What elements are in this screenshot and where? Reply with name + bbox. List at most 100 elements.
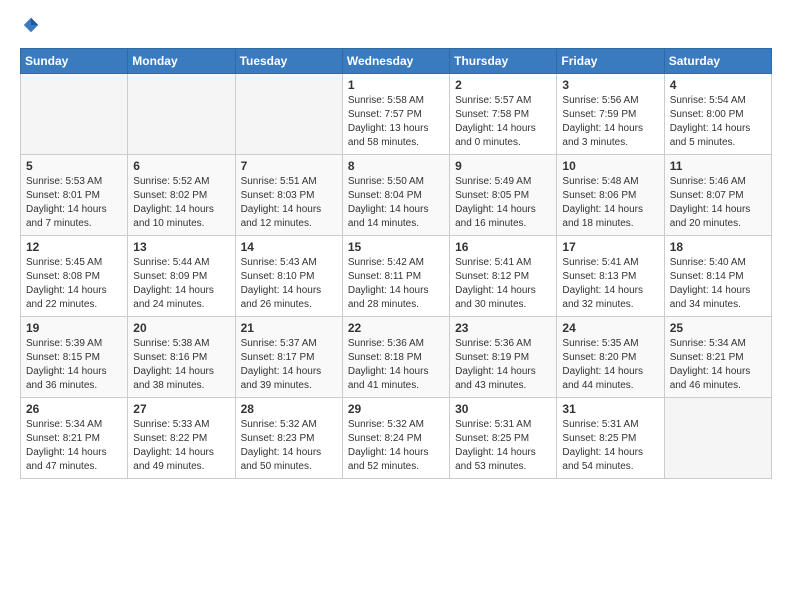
empty-cell <box>235 73 342 154</box>
day-info: Sunrise: 5:32 AMSunset: 8:23 PMDaylight:… <box>241 418 337 474</box>
day-cell-4: 4Sunrise: 5:54 AMSunset: 8:00 PMDaylight… <box>664 73 771 154</box>
day-info: Sunrise: 5:35 AMSunset: 8:20 PMDaylight:… <box>562 337 658 393</box>
day-cell-16: 16 Sunrise: 5:41 AMSunset: 8:12 PMDayligh… <box>450 235 557 316</box>
day-cell-1: 1 Sunrise: 5:58 AMSunset: 7:57 PMDaylight… <box>342 73 449 154</box>
day-cell-15: 15 Sunrise: 5:42 AMSunset: 8:11 PMDayligh… <box>342 235 449 316</box>
day-cell-10: 10 Sunrise: 5:48 AMSunset: 8:06 PMDayligh… <box>557 154 664 235</box>
day-cell-23: 23 Sunrise: 5:36 AMSunset: 8:19 PMDayligh… <box>450 316 557 397</box>
day-number: 31 <box>562 402 658 416</box>
day-cell-8: 8 Sunrise: 5:50 AMSunset: 8:04 PMDaylight… <box>342 154 449 235</box>
day-number: 23 <box>455 321 551 335</box>
day-cell-19: 19 Sunrise: 5:39 AMSunset: 8:15 PMDayligh… <box>21 316 128 397</box>
day-info: Sunrise: 5:43 AMSunset: 8:10 PMDaylight:… <box>241 256 337 312</box>
day-cell-17: 17 Sunrise: 5:41 AMSunset: 8:13 PMDayligh… <box>557 235 664 316</box>
day-info: Sunrise: 5:45 AMSunset: 8:08 PMDaylight:… <box>26 256 122 312</box>
logo-text <box>20 16 40 36</box>
col-header-tuesday: Tuesday <box>235 48 342 73</box>
logo <box>20 16 40 36</box>
day-cell-31: 31 Sunrise: 5:31 AMSunset: 8:25 PMDayligh… <box>557 397 664 478</box>
day-number: 12 <box>26 240 122 254</box>
day-cell-21: 21Sunrise: 5:37 AMSunset: 8:17 PMDayligh… <box>235 316 342 397</box>
day-info: Sunrise: 5:40 AMSunset: 8:14 PMDaylight:… <box>670 256 766 312</box>
day-cell-9: 9 Sunrise: 5:49 AMSunset: 8:05 PMDaylight… <box>450 154 557 235</box>
week-row-2: 5 Sunrise: 5:53 AMSunset: 8:01 PMDaylight… <box>21 154 772 235</box>
day-number: 19 <box>26 321 122 335</box>
col-header-friday: Friday <box>557 48 664 73</box>
day-cell-30: 30 Sunrise: 5:31 AMSunset: 8:25 PMDayligh… <box>450 397 557 478</box>
day-number: 8 <box>348 159 444 173</box>
day-info: Sunrise: 5:56 AMSunset: 7:59 PMDaylight:… <box>562 94 658 150</box>
day-info: Sunrise: 5:34 AMSunset: 8:21 PMDaylight:… <box>26 418 122 474</box>
day-number: 25 <box>670 321 766 335</box>
day-cell-22: 22 Sunrise: 5:36 AMSunset: 8:18 PMDayligh… <box>342 316 449 397</box>
day-info: Sunrise: 5:41 AMSunset: 8:12 PMDaylight:… <box>455 256 551 312</box>
day-cell-11: 11Sunrise: 5:46 AMSunset: 8:07 PMDayligh… <box>664 154 771 235</box>
day-number: 6 <box>133 159 229 173</box>
day-cell-26: 26 Sunrise: 5:34 AMSunset: 8:21 PMDayligh… <box>21 397 128 478</box>
day-info: Sunrise: 5:42 AMSunset: 8:11 PMDaylight:… <box>348 256 444 312</box>
day-cell-12: 12 Sunrise: 5:45 AMSunset: 8:08 PMDayligh… <box>21 235 128 316</box>
day-info: Sunrise: 5:49 AMSunset: 8:05 PMDaylight:… <box>455 175 551 231</box>
day-info: Sunrise: 5:50 AMSunset: 8:04 PMDaylight:… <box>348 175 444 231</box>
day-number: 24 <box>562 321 658 335</box>
col-header-saturday: Saturday <box>664 48 771 73</box>
col-header-wednesday: Wednesday <box>342 48 449 73</box>
day-number: 22 <box>348 321 444 335</box>
day-number: 11 <box>670 159 766 173</box>
empty-cell <box>128 73 235 154</box>
day-number: 18 <box>670 240 766 254</box>
day-number: 9 <box>455 159 551 173</box>
day-info: Sunrise: 5:31 AMSunset: 8:25 PMDaylight:… <box>455 418 551 474</box>
day-cell-24: 24 Sunrise: 5:35 AMSunset: 8:20 PMDayligh… <box>557 316 664 397</box>
week-row-1: 1 Sunrise: 5:58 AMSunset: 7:57 PMDaylight… <box>21 73 772 154</box>
day-info: Sunrise: 5:32 AMSunset: 8:24 PMDaylight:… <box>348 418 444 474</box>
day-number: 14 <box>241 240 337 254</box>
day-number: 30 <box>455 402 551 416</box>
day-cell-13: 13 Sunrise: 5:44 AMSunset: 8:09 PMDayligh… <box>128 235 235 316</box>
day-cell-14: 14 Sunrise: 5:43 AMSunset: 8:10 PMDayligh… <box>235 235 342 316</box>
day-cell-20: 20Sunrise: 5:38 AMSunset: 8:16 PMDayligh… <box>128 316 235 397</box>
day-info: Sunrise: 5:39 AMSunset: 8:15 PMDaylight:… <box>26 337 122 393</box>
day-number: 16 <box>455 240 551 254</box>
header-row: SundayMondayTuesdayWednesdayThursdayFrid… <box>21 48 772 73</box>
day-cell-3: 3 Sunrise: 5:56 AMSunset: 7:59 PMDaylight… <box>557 73 664 154</box>
calendar-table: SundayMondayTuesdayWednesdayThursdayFrid… <box>20 48 772 479</box>
day-number: 13 <box>133 240 229 254</box>
day-number: 1 <box>348 78 444 92</box>
day-number: 7 <box>241 159 337 173</box>
day-number: 20 <box>133 321 229 335</box>
day-cell-29: 29 Sunrise: 5:32 AMSunset: 8:24 PMDayligh… <box>342 397 449 478</box>
day-number: 15 <box>348 240 444 254</box>
col-header-sunday: Sunday <box>21 48 128 73</box>
day-number: 27 <box>133 402 229 416</box>
day-info: Sunrise: 5:58 AMSunset: 7:57 PMDaylight:… <box>348 94 444 150</box>
day-info: Sunrise: 5:54 AMSunset: 8:00 PMDaylight:… <box>670 94 766 150</box>
day-info: Sunrise: 5:48 AMSunset: 8:06 PMDaylight:… <box>562 175 658 231</box>
day-info: Sunrise: 5:37 AMSunset: 8:17 PMDaylight:… <box>241 337 337 393</box>
day-info: Sunrise: 5:36 AMSunset: 8:19 PMDaylight:… <box>455 337 551 393</box>
day-info: Sunrise: 5:41 AMSunset: 8:13 PMDaylight:… <box>562 256 658 312</box>
day-number: 5 <box>26 159 122 173</box>
day-number: 3 <box>562 78 658 92</box>
day-info: Sunrise: 5:57 AMSunset: 7:58 PMDaylight:… <box>455 94 551 150</box>
day-info: Sunrise: 5:53 AMSunset: 8:01 PMDaylight:… <box>26 175 122 231</box>
day-cell-18: 18 Sunrise: 5:40 AMSunset: 8:14 PMDayligh… <box>664 235 771 316</box>
day-cell-6: 6 Sunrise: 5:52 AMSunset: 8:02 PMDaylight… <box>128 154 235 235</box>
day-number: 29 <box>348 402 444 416</box>
week-row-5: 26 Sunrise: 5:34 AMSunset: 8:21 PMDayligh… <box>21 397 772 478</box>
day-info: Sunrise: 5:51 AMSunset: 8:03 PMDaylight:… <box>241 175 337 231</box>
day-info: Sunrise: 5:44 AMSunset: 8:09 PMDaylight:… <box>133 256 229 312</box>
day-number: 17 <box>562 240 658 254</box>
day-info: Sunrise: 5:36 AMSunset: 8:18 PMDaylight:… <box>348 337 444 393</box>
day-number: 10 <box>562 159 658 173</box>
day-cell-2: 2 Sunrise: 5:57 AMSunset: 7:58 PMDaylight… <box>450 73 557 154</box>
day-number: 2 <box>455 78 551 92</box>
calendar-page: SundayMondayTuesdayWednesdayThursdayFrid… <box>0 0 792 495</box>
day-info: Sunrise: 5:52 AMSunset: 8:02 PMDaylight:… <box>133 175 229 231</box>
empty-cell <box>664 397 771 478</box>
empty-cell <box>21 73 128 154</box>
day-cell-27: 27Sunrise: 5:33 AMSunset: 8:22 PMDayligh… <box>128 397 235 478</box>
week-row-3: 12 Sunrise: 5:45 AMSunset: 8:08 PMDayligh… <box>21 235 772 316</box>
day-info: Sunrise: 5:31 AMSunset: 8:25 PMDaylight:… <box>562 418 658 474</box>
day-number: 26 <box>26 402 122 416</box>
